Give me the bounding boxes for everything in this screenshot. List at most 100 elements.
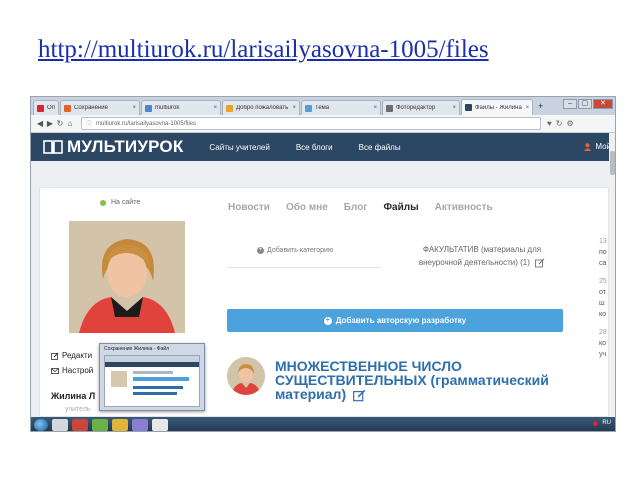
category-label: ФАКУЛЬТАТИВ (материалы для внеурочной де… xyxy=(418,245,542,267)
user-menu-link[interactable]: Мой xyxy=(584,142,611,151)
plus-circle-icon: + xyxy=(257,247,264,254)
browser-tab[interactable]: Сохранение × xyxy=(60,100,140,115)
close-tab-icon[interactable]: × xyxy=(373,105,377,111)
online-status-label: На сайте xyxy=(111,199,141,206)
divider xyxy=(227,267,381,268)
taskbar-app-icon[interactable] xyxy=(72,419,88,431)
browser-tab[interactable]: Добро пожаловать × xyxy=(222,100,300,115)
favicon-icon xyxy=(64,104,71,112)
home-icon[interactable]: ⌂ xyxy=(65,119,75,128)
preview-title: Сохранение Жилина - Файл xyxy=(104,346,170,352)
settings-icon[interactable]: ⚙ xyxy=(566,119,573,128)
close-window-button[interactable]: ✕ xyxy=(593,99,613,109)
maximize-button[interactable]: ▢ xyxy=(578,99,592,109)
address-bar[interactable]: ⓘ multiurok.ru/larisailyasovna-1005/file… xyxy=(81,117,541,130)
reload-icon[interactable]: ↻ xyxy=(55,119,65,128)
profile-subtitle: учитель xyxy=(65,406,91,413)
favicon-icon xyxy=(305,104,312,112)
tab-label: Фоторедактор xyxy=(396,105,436,111)
user-icon xyxy=(584,142,592,151)
browser-toolbar-icons: ♥ ↻ ⚙ xyxy=(547,119,574,128)
taskbar: RU xyxy=(31,417,615,431)
profile-name: Жилина Л xyxy=(51,391,96,401)
window-preview-popup[interactable]: Сохранение Жилина - Файл xyxy=(99,343,205,411)
new-tab-button[interactable]: + xyxy=(534,101,547,111)
taskbar-app-icon[interactable] xyxy=(92,419,108,431)
slide: http://multiurok.ru/larisailyasovna-1005… xyxy=(0,0,640,480)
tab-activity[interactable]: Активность xyxy=(435,202,493,213)
close-tab-icon[interactable]: × xyxy=(452,105,456,111)
close-tab-icon[interactable]: × xyxy=(213,105,217,111)
tray-opera-icon[interactable] xyxy=(593,420,599,426)
tray-lang[interactable]: RU xyxy=(602,420,611,426)
settings-link[interactable]: Настрой xyxy=(51,366,93,375)
favicon-icon xyxy=(145,104,152,112)
tab-label: multiurok xyxy=(155,105,180,111)
favicon-icon xyxy=(226,104,233,112)
material-title-link[interactable]: МНОЖЕСТВЕННОЕ ЧИСЛО СУЩЕСТВИТЕЛЬНЫХ (гра… xyxy=(275,359,575,402)
profile-tabs: Новости Обо мне Блог Файлы Активность xyxy=(228,202,509,213)
online-dot-icon xyxy=(100,199,106,206)
tab-files[interactable]: Файлы xyxy=(383,202,418,213)
browser-tab-bar: Опера Сохранение × multiurok × Добро пожал… xyxy=(31,97,615,115)
edit-link-label: Редакти xyxy=(62,351,93,360)
scrollbar-thumb[interactable] xyxy=(610,151,615,175)
slide-url-link[interactable]: http://multiurok.ru/larisailyasovna-1005… xyxy=(38,36,618,72)
site-logo[interactable]: МУЛЬТИУРОК xyxy=(43,137,183,157)
site-header: МУЛЬТИУРОК Сайты учителей Все блоги Все … xyxy=(31,133,615,161)
refresh-icon[interactable]: ↻ xyxy=(556,119,563,128)
tab-about[interactable]: Обо мне xyxy=(286,202,328,213)
add-category-label: Добавить категорию xyxy=(267,247,334,254)
close-tab-icon[interactable]: × xyxy=(292,105,296,111)
profile-photo xyxy=(69,221,185,333)
author-thumbnail-image xyxy=(227,357,265,395)
close-tab-icon[interactable]: × xyxy=(525,105,529,111)
scrollbar-track[interactable] xyxy=(609,133,615,417)
window-controls: – ▢ ✕ xyxy=(563,99,613,109)
menu-item-all-files[interactable]: Все файлы xyxy=(359,143,401,152)
tab-label: Тема xyxy=(315,105,330,111)
address-text: multiurok.ru/larisailyasovna-1005/files xyxy=(96,120,197,127)
heart-icon[interactable]: ♥ xyxy=(547,119,552,128)
browser-tab-active[interactable]: Файлы - Жилина Лариса× xyxy=(461,99,533,115)
tab-news[interactable]: Новости xyxy=(228,202,270,213)
favicon-icon xyxy=(465,104,472,111)
settings-link-label: Настрой xyxy=(62,366,94,375)
minimize-button[interactable]: – xyxy=(563,99,577,109)
back-arrow-icon[interactable]: ◀ xyxy=(35,119,45,128)
tab-label: Сохранение xyxy=(74,105,108,111)
tab-label: Файлы - Жилина Лариса xyxy=(475,104,522,111)
browser-tab[interactable]: multiurok × xyxy=(141,100,221,115)
plus-circle-icon: + xyxy=(323,316,332,325)
preview-thumbnail xyxy=(104,355,200,407)
favicon-icon xyxy=(386,104,393,112)
system-tray: RU xyxy=(593,420,611,426)
edit-profile-link[interactable]: Редакти xyxy=(51,351,93,360)
edit-icon[interactable] xyxy=(353,389,366,402)
add-development-label: Добавить авторскую разработку xyxy=(335,316,467,325)
category-item[interactable]: ФАКУЛЬТАТИВ (материалы для внеурочной де… xyxy=(407,243,557,269)
tab-label: Опера xyxy=(47,105,55,111)
browser-tab[interactable]: Опера xyxy=(33,100,59,115)
taskbar-app-icon[interactable] xyxy=(52,419,68,431)
edit-icon xyxy=(51,352,59,360)
taskbar-app-icon[interactable] xyxy=(152,419,168,431)
tab-blog[interactable]: Блог xyxy=(344,202,368,213)
browser-tab[interactable]: Фоторедактор × xyxy=(382,100,460,115)
add-development-button[interactable]: + Добавить авторскую разработку xyxy=(227,309,563,332)
edit-icon[interactable] xyxy=(535,258,545,268)
taskbar-app-icon[interactable] xyxy=(112,419,128,431)
menu-item-teacher-sites[interactable]: Сайты учителей xyxy=(209,143,269,152)
add-category-link[interactable]: + Добавить категорию xyxy=(257,247,333,254)
browser-tab[interactable]: Тема × xyxy=(301,100,381,115)
browser-nav-bar: ◀ ▶ ↻ ⌂ ⓘ multiurok.ru/larisailyasovna-1… xyxy=(31,115,615,133)
portrait-image xyxy=(69,221,185,333)
close-tab-icon[interactable]: × xyxy=(132,105,136,111)
book-logo-icon xyxy=(43,140,63,154)
forward-arrow-icon[interactable]: ▶ xyxy=(45,119,55,128)
taskbar-app-icon[interactable] xyxy=(132,419,148,431)
profile-side-links: Редакти Настрой xyxy=(51,351,93,381)
start-button[interactable] xyxy=(34,419,48,431)
menu-item-all-blogs[interactable]: Все блоги xyxy=(296,143,333,152)
page-info-icon: ⓘ xyxy=(86,122,93,128)
